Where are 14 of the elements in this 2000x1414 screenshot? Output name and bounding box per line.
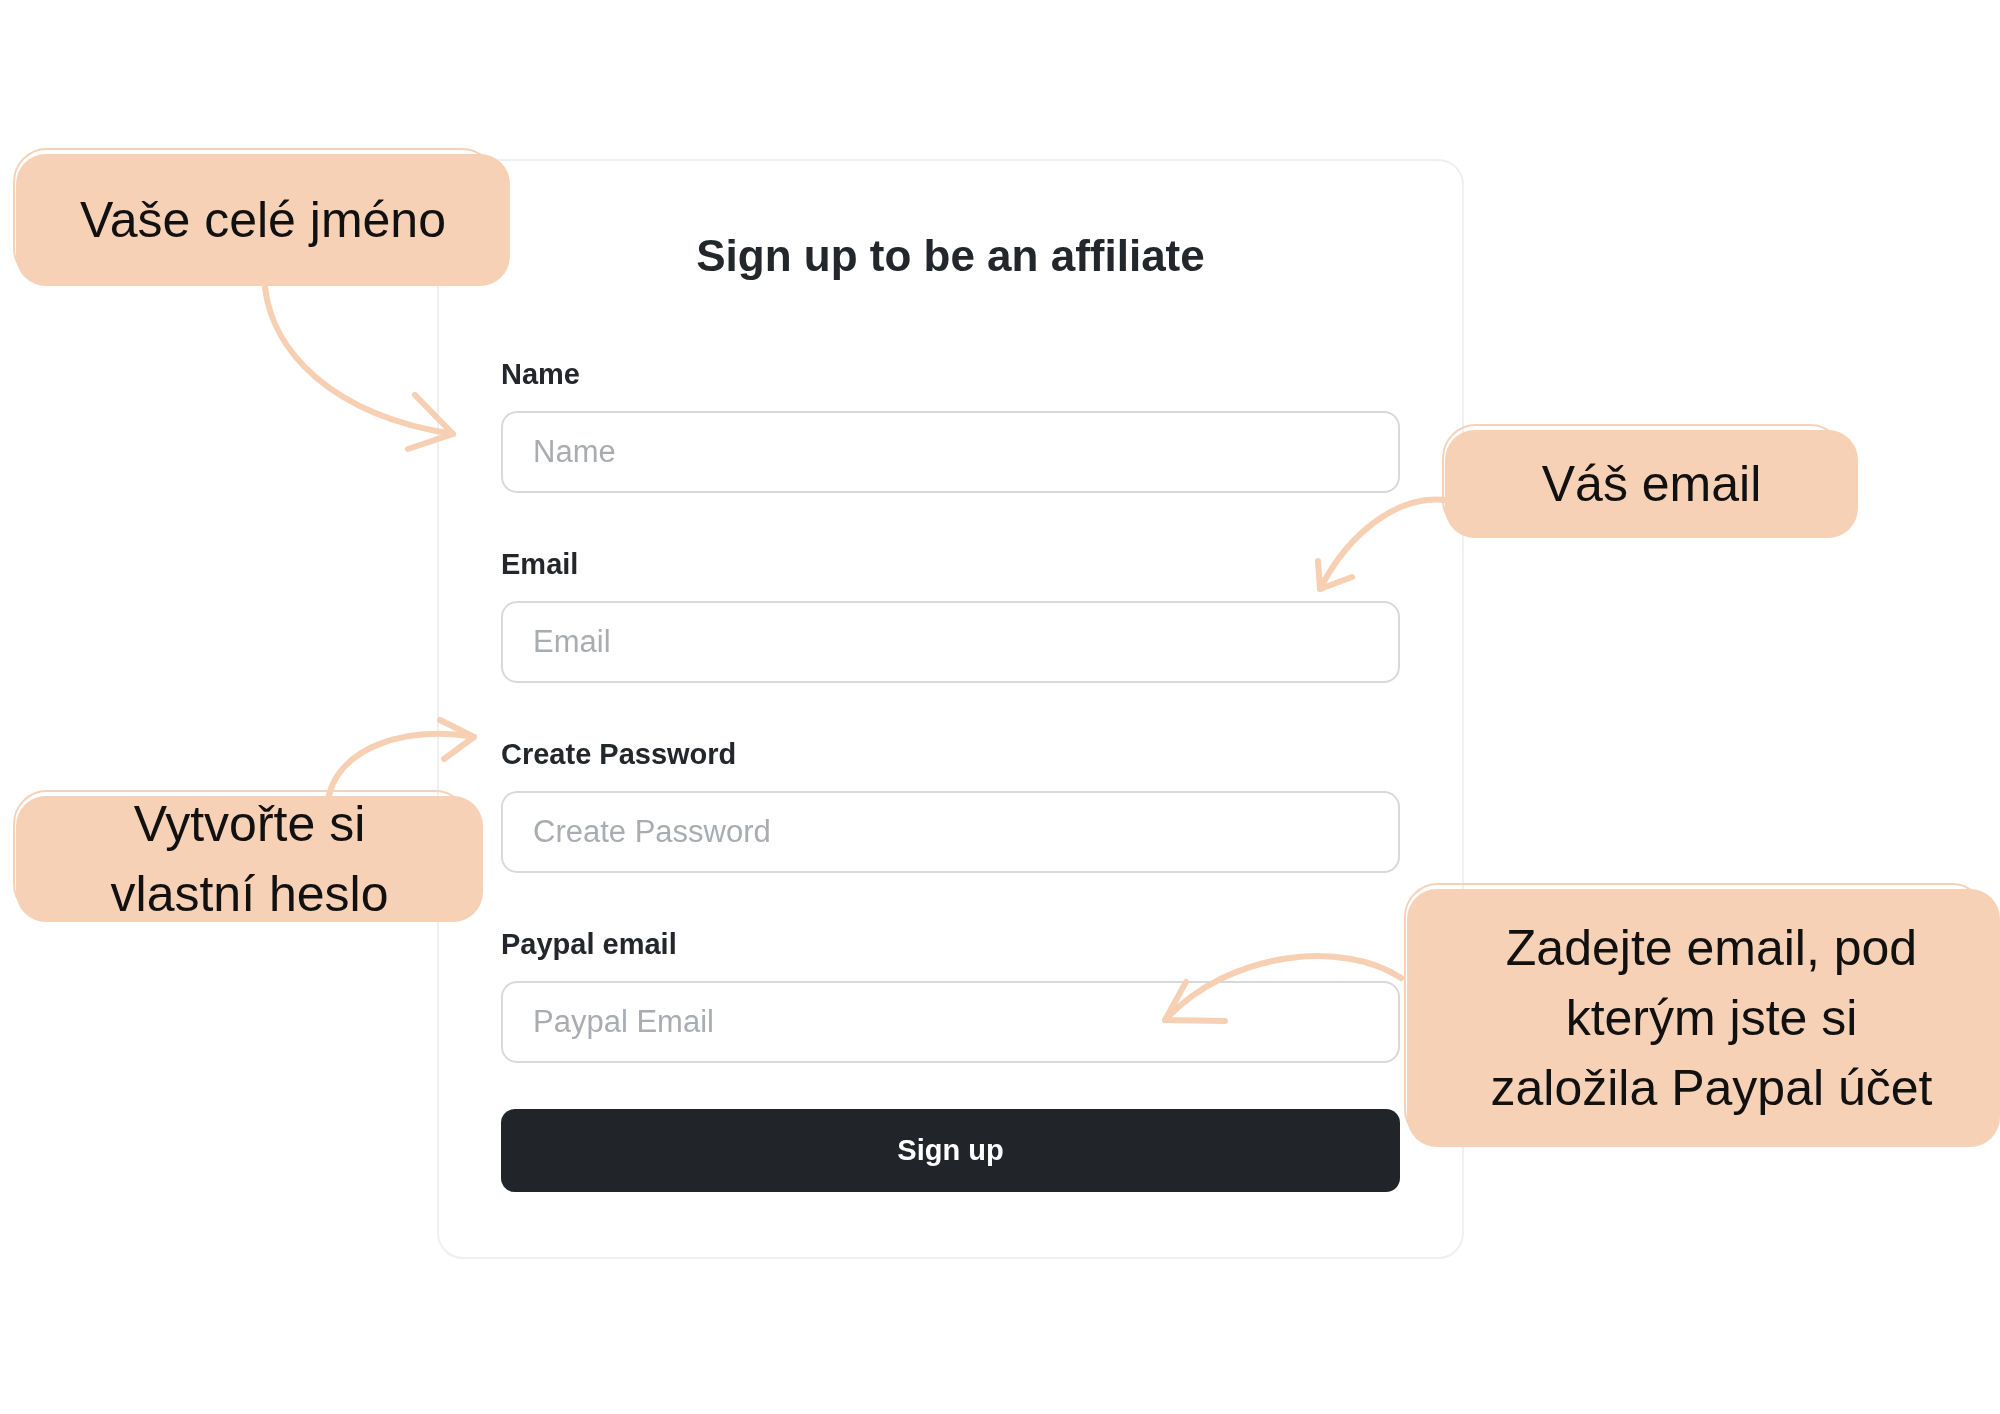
submit-button[interactable]: Sign up <box>501 1109 1400 1192</box>
field-label: Create Password <box>501 737 737 772</box>
callout-text: Zadejte email, pod kterým jste si založila Paypal účet <box>1489 919 1934 1118</box>
callout-text: Váš email <box>1541 455 1762 514</box>
field-label: Name <box>501 357 580 392</box>
field-label: Paypal email <box>501 927 677 962</box>
input-field[interactable]: Paypal Email <box>501 981 1400 1063</box>
field-label: Email <box>501 547 579 582</box>
callout-text: Vaše celé jméno <box>80 191 446 250</box>
input-field[interactable]: Create Password <box>501 791 1400 873</box>
form-title: Sign up to be an affiliate <box>696 230 1205 282</box>
input-field[interactable]: Email <box>501 601 1400 683</box>
callout-text: Vytvořte si vlastní heslo <box>109 795 390 924</box>
input-field[interactable]: Name <box>501 411 1400 493</box>
